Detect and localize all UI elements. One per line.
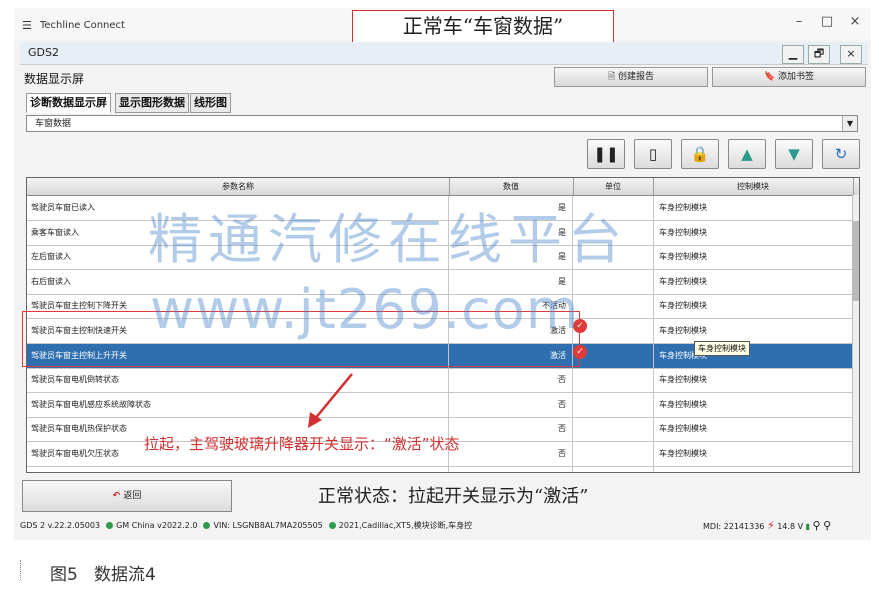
gds-title-bar: [20, 42, 868, 65]
minimize-button[interactable]: –: [790, 14, 808, 29]
gds-restore-button[interactable]: 🗗: [808, 45, 830, 64]
param-name-cell: 驾驶员车窗电机倒转状态: [27, 368, 449, 393]
status-dot-icon: [328, 522, 336, 529]
mdi-text: MDI: 22141336: [703, 522, 765, 531]
lock-button[interactable]: 🔒: [681, 139, 719, 169]
module-cell: 车身控制模块: [653, 343, 853, 368]
check-icon: ✓: [573, 345, 587, 359]
module-cell: 车身控制模块: [653, 269, 853, 294]
header-module[interactable]: 控制模块: [653, 178, 854, 195]
watermark-text: 精通汽修在线平台: [148, 208, 628, 271]
param-name-cell: 前排乘客车窗主控制下降开关: [27, 466, 449, 472]
unit-cell: [573, 294, 654, 319]
vehicle-text: 2021,Cadillac,XT5,模块诊断,车身控: [338, 521, 473, 530]
close-button[interactable]: ×: [846, 14, 864, 29]
table-scrollbar[interactable]: [852, 195, 859, 472]
watermark-url: www.jt269.com: [150, 278, 580, 341]
value-cell: 否: [449, 442, 573, 466]
lock-icon: 🔒: [690, 145, 710, 163]
chevron-down-icon[interactable]: ▼: [842, 116, 857, 131]
figure-caption: 图5 数据流4: [50, 560, 156, 585]
tab-line-graph[interactable]: 线形图: [190, 93, 231, 113]
annotation-middle: 拉起，主驾驶玻璃升降器开关显示：“激活”状态: [144, 435, 460, 453]
add-bookmark-button[interactable]: 🔖 添加书签: [712, 67, 866, 87]
module-cell: 车身控制模块: [653, 417, 853, 442]
value-cell: 否: [449, 417, 573, 442]
tab-graph-data[interactable]: 显示图形数据: [115, 93, 189, 113]
device-button[interactable]: ▯: [634, 139, 672, 169]
header-param-name[interactable]: 参数名称: [27, 178, 450, 195]
unit-cell: [573, 392, 654, 417]
value-cell: 不活动: [449, 466, 573, 472]
header-value[interactable]: 数值: [449, 178, 574, 195]
device-icon: ▯: [648, 145, 658, 163]
annotation-arrow: [308, 373, 353, 428]
module-cell: 车身控制模块: [653, 245, 853, 270]
zoom-icon[interactable]: ⚲: [823, 519, 831, 532]
refresh-button[interactable]: ↻: [822, 139, 860, 169]
tab-data-display[interactable]: 诊断数据显示屏: [26, 93, 111, 113]
table-header: 参数名称 数值 单位 控制模块: [27, 178, 859, 196]
module-cell: 车身控制模块: [653, 196, 853, 220]
create-report-button[interactable]: 🗎 创建报告: [554, 67, 708, 87]
unit-cell: [573, 442, 654, 466]
status-dot-icon: [106, 522, 114, 529]
module-cell: 车身控制模块: [653, 220, 853, 245]
back-label: 返回: [123, 491, 142, 501]
vin-text: VIN: LSGNB8AL7MA205505: [213, 521, 323, 530]
header-unit[interactable]: 单位: [573, 178, 654, 195]
module-cell: 车身控制模块: [653, 294, 853, 319]
module-cell: 车身控制模块: [653, 442, 853, 466]
battery-icon: ▮: [805, 522, 810, 531]
status-dot-icon: [203, 522, 211, 529]
module-cell: 车身控制模块: [653, 319, 853, 343]
gds-minimize-button[interactable]: ▁: [782, 45, 804, 64]
down-arrow-icon: ▼: [788, 145, 800, 163]
tool-icon[interactable]: ⚲: [813, 519, 821, 532]
gds-close-button[interactable]: ×: [840, 45, 862, 64]
back-arrow-icon: ↶: [112, 491, 124, 501]
value-cell: 否: [449, 368, 573, 393]
move-down-button[interactable]: ▼: [775, 139, 813, 169]
pause-button[interactable]: ❚❚: [587, 139, 625, 169]
figure-title: 数据流4: [94, 565, 156, 585]
figure-number: 图5: [50, 565, 78, 585]
table-row[interactable]: 驾驶员车窗电机倒转状态否 车身控制模块: [27, 368, 853, 394]
pause-icon: ❚❚: [593, 145, 619, 163]
module-cell: 车身控制模块: [653, 466, 853, 472]
annotation-top: 正常车“车窗数据”: [352, 10, 614, 44]
unit-cell: [573, 466, 654, 472]
move-up-button[interactable]: ▲: [728, 139, 766, 169]
maximize-button[interactable]: □: [818, 14, 836, 29]
menu-icon[interactable]: ☰: [22, 19, 32, 32]
gm-version-text: GM China v2022.2.0: [116, 521, 198, 530]
lightning-icon: ⚡: [766, 519, 775, 532]
table-row[interactable]: 驾驶员车窗电机感应系统故障状态否 车身控制模块: [27, 392, 853, 418]
report-icon: 🗎: [607, 72, 619, 82]
create-report-label: 创建报告: [618, 72, 655, 82]
mdi-status: MDI: 22141336 ⚡ 14.8 V ▮ ⚲ ⚲: [703, 515, 831, 538]
bookmark-icon: 🔖: [763, 72, 779, 82]
module-tooltip: 车身控制模块: [694, 341, 750, 356]
version-text: GDS 2 v.22.2.05003: [20, 521, 101, 530]
value-cell: 否: [449, 392, 573, 417]
data-list-select[interactable]: 车窗数据: [26, 115, 858, 132]
back-button[interactable]: ↶ 返回: [22, 480, 232, 512]
table-row[interactable]: 前排乘客车窗主控制下降开关不活动 车身控制模块: [27, 466, 853, 472]
module-cell: 车身控制模块: [653, 368, 853, 393]
caption-divider: [20, 560, 25, 580]
gds-title: GDS2: [28, 46, 59, 59]
param-name-cell: 驾驶员车窗电机感应系统故障状态: [27, 392, 449, 417]
voltage-text: 14.8 V: [777, 522, 804, 531]
app-title: Techline Connect: [40, 20, 125, 31]
annotation-bottom: 正常状态：拉起开关显示为“激活”: [318, 486, 589, 507]
add-bookmark-label: 添加书签: [778, 72, 815, 82]
screen-title: 数据显示屏: [24, 72, 85, 86]
scrollbar-thumb[interactable]: [853, 221, 859, 301]
up-arrow-icon: ▲: [741, 145, 753, 163]
module-cell: 车身控制模块: [653, 392, 853, 417]
unit-cell: [573, 368, 654, 393]
unit-cell: [573, 417, 654, 442]
refresh-icon: ↻: [834, 145, 848, 163]
